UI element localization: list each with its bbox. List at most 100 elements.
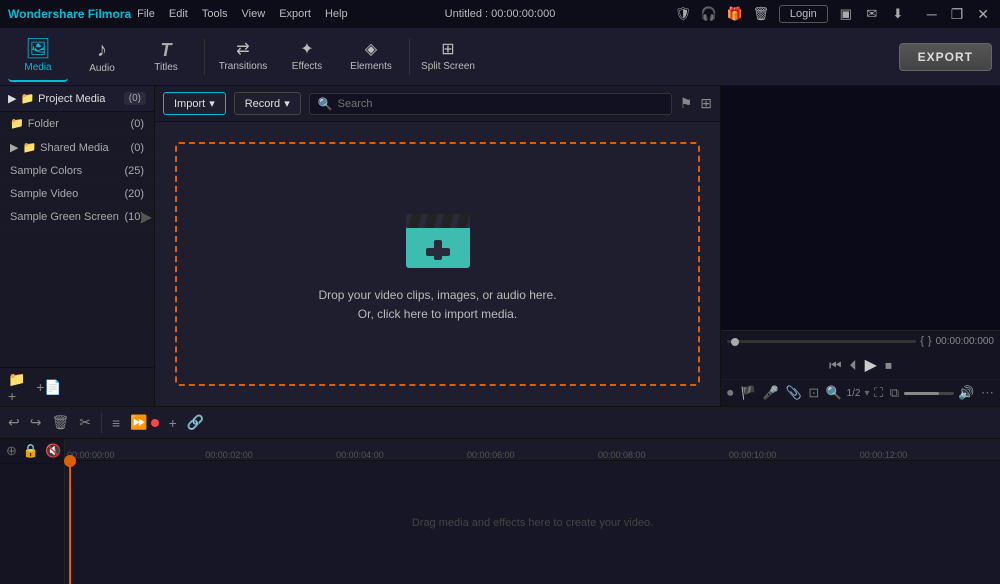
window-controls[interactable]: ─ ❐ ✕ — [924, 6, 992, 23]
play-button[interactable]: ▶ — [865, 355, 877, 375]
mute-icon[interactable]: 🔇 — [45, 443, 61, 459]
toolbar-effects[interactable]: ✦ Effects — [277, 32, 337, 82]
playback-slider[interactable] — [727, 340, 916, 343]
aspect-icon[interactable]: ⊡ — [806, 383, 821, 403]
ratio-display: 1/2 — [847, 388, 861, 399]
time-display: 00:00:00:000 — [936, 336, 994, 347]
media-drop-area[interactable]: Drop your video clips, images, or audio … — [175, 142, 700, 386]
panel-title: Project Media — [38, 93, 105, 105]
toolbar-separator-2 — [409, 39, 410, 75]
record-icon[interactable]: ⏺ — [725, 383, 736, 403]
toolbar-elements[interactable]: ◈ Elements — [341, 32, 401, 82]
gift-icon[interactable]: 🎁 — [727, 6, 743, 22]
list-item-sample-green-screen[interactable]: Sample Green Screen (10) ▶ — [0, 206, 154, 229]
clapboard-icon — [398, 204, 478, 274]
search-icon: 🔍 — [318, 97, 333, 111]
menu-tools[interactable]: Tools — [202, 8, 228, 20]
close-button[interactable]: ✕ — [974, 6, 992, 23]
import-button[interactable]: Import ▾ — [163, 92, 226, 115]
main-area: ▶ 📁 Project Media (0) 📁 Folder (0) ▶ 📁 S… — [0, 86, 1000, 406]
clip-icon[interactable]: 📎 — [784, 383, 804, 403]
media-icon: 🖼 — [25, 39, 50, 59]
elements-icon: ◈ — [365, 42, 377, 58]
headphone-icon[interactable]: 🎧 — [701, 6, 717, 22]
media-content: Import ▾ Record ▾ 🔍 ⚑ ⊞ — [155, 86, 720, 406]
redo-icon[interactable]: ↪ — [30, 414, 42, 431]
list-item-shared-media[interactable]: ▶ 📁 Shared Media (0) — [0, 136, 154, 160]
zoom-icon[interactable]: 🔍 — [824, 383, 844, 403]
menu-help[interactable]: Help — [325, 8, 348, 20]
menu-bar[interactable]: File Edit Tools View Export Help — [137, 8, 347, 20]
timeline-ruler: 00:00:00:00 00:00:02:00 00:00:04:00 00:0… — [65, 439, 1000, 461]
search-input[interactable] — [338, 98, 663, 110]
volume-slider[interactable] — [904, 392, 954, 395]
panel-bottom-icons: 📁+ +📄 — [0, 367, 154, 406]
add-icon[interactable]: +📄 — [38, 376, 60, 398]
toolbar-media[interactable]: 🖼 Media — [8, 32, 68, 82]
lock-icon[interactable]: 🔒 — [23, 443, 39, 459]
folder-icon: 📁 — [10, 117, 24, 130]
speed-icon[interactable]: ⏩ — [130, 414, 147, 431]
timeline-left-strip: ⊕ 🔒 🔇 — [0, 439, 65, 584]
export-button[interactable]: EXPORT — [899, 43, 992, 71]
ruler-mark-3: 00:00:06:00 — [467, 450, 515, 460]
shared-icon: 📁 — [22, 141, 36, 154]
add-track-icon[interactable]: + — [169, 415, 177, 431]
minimize-button[interactable]: ─ — [924, 6, 940, 23]
scroll-right-icon: ▶ — [141, 209, 152, 226]
stop-button[interactable]: ⏹ — [885, 357, 892, 374]
toolbar-titles-label: Titles — [154, 62, 178, 73]
maximize-button[interactable]: ❐ — [948, 6, 967, 23]
menu-file[interactable]: File — [137, 8, 155, 20]
preview-panel: { } 00:00:00:000 ⏮ ⏴ ▶ ⏹ ⏺ 🏴 🎤 📎 ⊡ 🔍 1/2… — [720, 86, 1000, 406]
add-media-icon[interactable]: ⊕ — [6, 443, 17, 459]
timeline-content: ⊕ 🔒 🔇 00:00:00:00 00:00:02:00 00:00:04:0… — [0, 439, 1000, 584]
toolbar-media-label: Media — [24, 62, 51, 73]
menu-edit[interactable]: Edit — [169, 8, 188, 20]
list-item-folder[interactable]: 📁 Folder (0) — [0, 112, 154, 136]
preview-progress-bar: { } 00:00:00:000 — [721, 330, 1000, 351]
expand-icon[interactable]: ▶ — [8, 92, 16, 105]
align-icon[interactable]: ≡ — [112, 415, 120, 431]
timeline: ↩ ↪ 🗑 ✂ ≡ ⏩ + 🔗 ⊕ 🔒 🔇 00:00:00:00 00:00:… — [0, 406, 1000, 584]
pip-icon[interactable]: ⧉ — [888, 383, 901, 403]
skip-back-icon[interactable]: ⏮ — [829, 357, 842, 374]
list-item-sample-colors[interactable]: Sample Colors (25) — [0, 160, 154, 183]
list-item-sample-video[interactable]: Sample Video (20) — [0, 183, 154, 206]
shield-icon[interactable]: 🛡 — [675, 6, 691, 22]
filter-icon[interactable]: ⚑ — [680, 95, 693, 112]
scissors-icon[interactable]: ✂ — [79, 414, 91, 431]
snapshot-icon[interactable]: 🏴 — [738, 383, 758, 403]
window-snap-icon[interactable]: ▣ — [838, 6, 854, 22]
link-icon[interactable]: 🔗 — [187, 414, 204, 431]
login-button[interactable]: Login — [779, 5, 828, 23]
menu-view[interactable]: View — [242, 8, 266, 20]
step-back-icon[interactable]: ⏴ — [850, 357, 857, 374]
trash-icon[interactable]: 🗑 — [753, 6, 769, 22]
toolbar-split-screen[interactable]: ⊞ Split Screen — [418, 32, 478, 82]
toolbar-transitions[interactable]: ⇄ Transitions — [213, 32, 273, 82]
toolbar-split-screen-label: Split Screen — [421, 61, 475, 72]
track-controls-area — [0, 464, 64, 584]
drop-text: Drop your video clips, images, or audio … — [318, 286, 556, 324]
timeline-tracks[interactable]: Drag media and effects here to create yo… — [65, 461, 1000, 584]
delete-icon[interactable]: 🗑 — [51, 414, 69, 431]
search-box[interactable]: 🔍 — [309, 93, 672, 115]
more-icon[interactable]: ⋯ — [979, 383, 996, 403]
fullscreen-icon[interactable]: ⛶ — [872, 383, 885, 403]
mail-icon[interactable]: ✉ — [864, 6, 880, 22]
ratio-dropdown-icon[interactable]: ▾ — [864, 388, 869, 399]
preview-video-area — [721, 86, 1000, 330]
download-icon[interactable]: ⬇ — [890, 6, 906, 22]
undo-icon[interactable]: ↩ — [8, 414, 20, 431]
toolbar-titles[interactable]: T Titles — [136, 32, 196, 82]
menu-export[interactable]: Export — [279, 8, 311, 20]
grid-icon[interactable]: ⊞ — [700, 95, 712, 112]
record-button[interactable]: Record ▾ — [234, 92, 301, 115]
playhead-marker — [64, 455, 76, 467]
mic-icon[interactable]: 🎤 — [761, 383, 781, 403]
toolbar-audio[interactable]: ♪ Audio — [72, 32, 132, 82]
split-screen-icon: ⊞ — [441, 42, 454, 58]
volume-icon[interactable]: 🔊 — [956, 383, 976, 403]
add-folder-icon[interactable]: 📁+ — [8, 376, 30, 398]
